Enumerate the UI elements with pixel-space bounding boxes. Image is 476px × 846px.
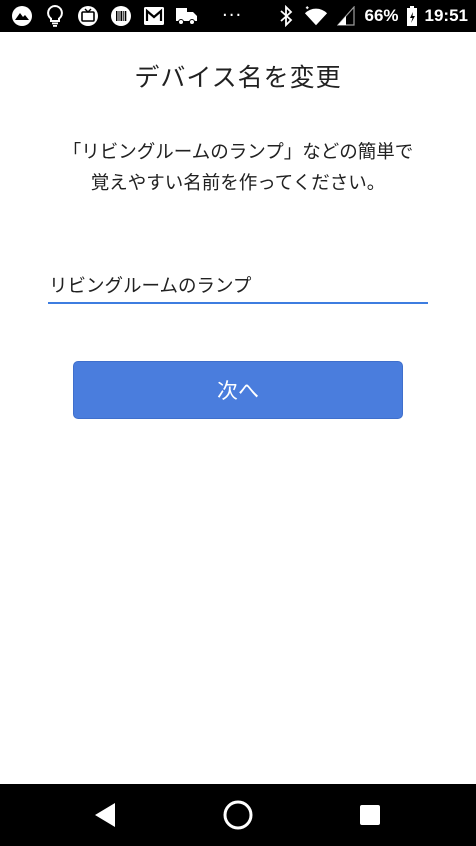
back-icon[interactable]	[87, 797, 123, 833]
page-title: デバイス名を変更	[134, 63, 342, 92]
battery-percent: 66%	[364, 6, 399, 25]
device-name-field[interactable]	[48, 270, 428, 304]
bluetooth-icon	[274, 4, 298, 28]
device-name-input[interactable]	[48, 270, 428, 302]
mail-icon	[142, 4, 166, 28]
recents-icon[interactable]	[352, 797, 388, 833]
description: 「リビングルームのランプ」などの簡単で 覚えやすい名前を作ってください。	[40, 137, 436, 199]
status-bar: ··· 66% 19:51	[0, 0, 476, 32]
clock: 19:51	[424, 6, 468, 25]
battery-icon	[405, 4, 419, 28]
mountain-icon	[10, 4, 34, 28]
tv-icon	[76, 4, 100, 28]
home-icon[interactable]	[220, 797, 256, 833]
system-icons: 66% 19:51	[274, 4, 468, 28]
wifi-icon	[304, 4, 328, 28]
description-line-1: 「リビングルームのランプ」などの簡単で	[62, 142, 414, 163]
next-button[interactable]: 次へ	[73, 361, 403, 419]
car-icon	[175, 4, 199, 28]
overflow-indicator: ···	[222, 5, 243, 26]
navigation-bar	[0, 784, 476, 846]
lightbulb-icon	[43, 4, 67, 28]
notification-icons: ···	[10, 4, 242, 28]
signal-icon	[334, 4, 358, 28]
barcode-icon	[109, 4, 133, 28]
description-line-2: 覚えやすい名前を作ってください。	[90, 173, 386, 194]
